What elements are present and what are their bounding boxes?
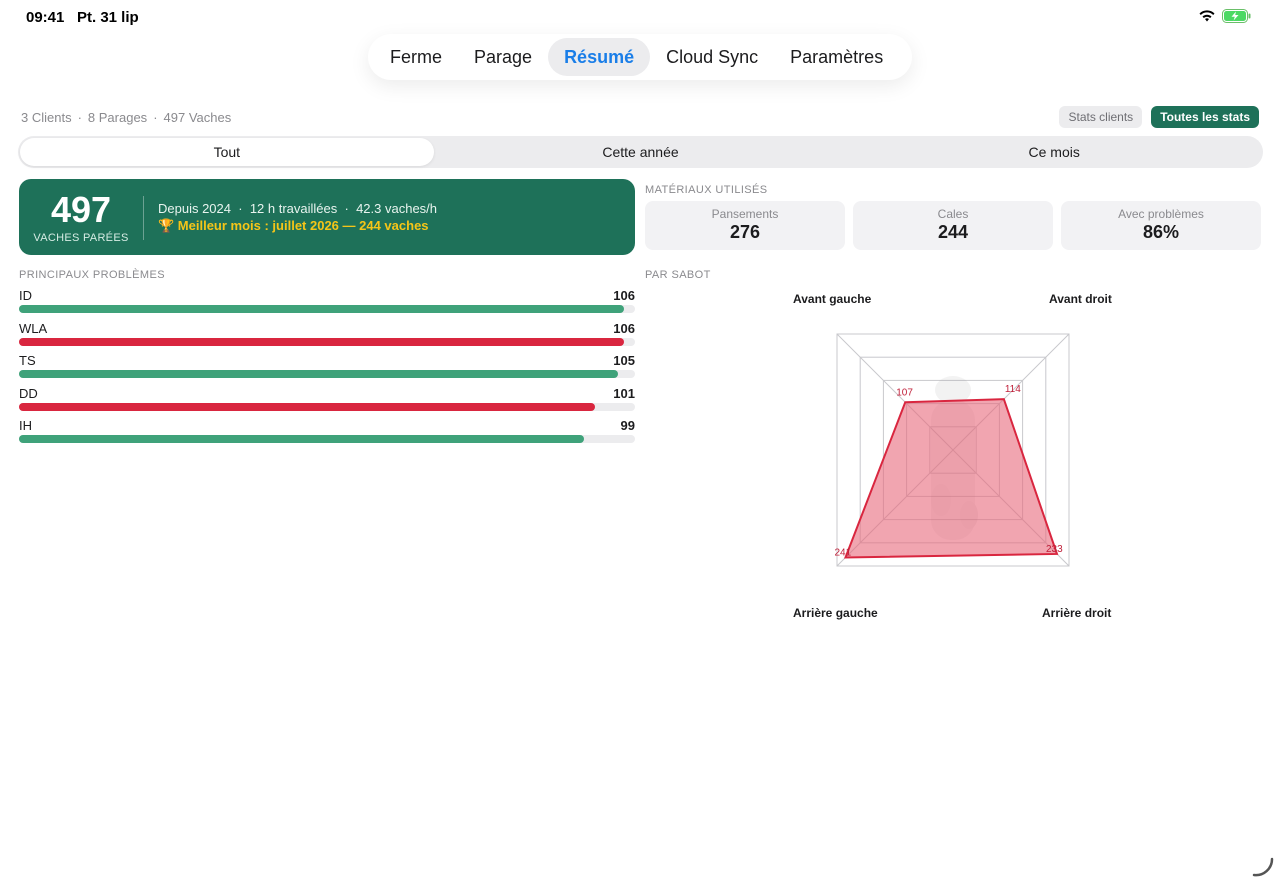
problem-row: IH 99 <box>19 418 635 451</box>
problem-bar <box>19 402 596 411</box>
problem-name: ID <box>19 288 32 303</box>
material-card-cales: Cales 244 <box>853 201 1053 250</box>
material-label: Avec problèmes <box>1118 207 1204 221</box>
activity-indicator-icon <box>1252 857 1274 877</box>
problem-bar-track <box>19 337 635 346</box>
work-stats: Depuis 2024 · 12 h travaillées · 42.3 va… <box>158 201 438 216</box>
tab-parage[interactable]: Parage <box>458 38 548 76</box>
radar-data: 107 114 233 241 <box>834 384 1063 559</box>
radar-svg: 107 114 233 241 <box>834 333 1070 567</box>
status-date: Pt. 31 lip <box>77 9 139 26</box>
tab-parametres[interactable]: Paramètres <box>774 38 899 76</box>
status-bar: 09:41 Pt. 31 lip <box>0 0 1280 34</box>
problem-row: DD 101 <box>19 386 635 419</box>
material-value: 86% <box>1142 222 1180 242</box>
problem-name: TS <box>19 353 36 368</box>
battery-charging-icon <box>1222 9 1251 23</box>
since-year: Depuis 2024 <box>158 201 231 216</box>
problem-bar-track <box>19 402 635 411</box>
problem-count: 101 <box>613 385 635 401</box>
status-time: 09:41 <box>26 9 65 26</box>
problem-bar-track <box>19 305 635 313</box>
radar-value-label: 241 <box>834 548 851 559</box>
main-tab-bar: Ferme Parage Résumé Cloud Sync Paramètre… <box>368 34 912 80</box>
problem-row: WLA 106 <box>19 321 635 354</box>
status-icons <box>1198 9 1252 23</box>
problem-bar <box>19 370 618 378</box>
vaches-count: 497 Vaches <box>163 110 232 125</box>
problems-title: PRINCIPAUX PROBLÈMES <box>19 269 165 281</box>
problem-name: IH <box>19 418 32 433</box>
parages-count: 8 Parages <box>87 110 148 125</box>
problem-row: TS 105 <box>19 353 635 386</box>
trimmed-count-label: VACHES PARÉES <box>33 232 129 244</box>
problem-count: 106 <box>613 288 635 303</box>
problem-bar <box>19 435 584 443</box>
material-label: Pansements <box>711 207 779 221</box>
problem-bar-track <box>19 370 635 378</box>
problem-bar <box>19 337 624 346</box>
wifi-icon <box>1199 10 1215 22</box>
material-value: 244 <box>937 222 969 242</box>
trimmed-cows-card: 497 VACHES PARÉES Depuis 2024 · 12 h tra… <box>19 179 635 255</box>
problem-count: 106 <box>613 320 635 336</box>
material-label: Cales <box>937 207 969 221</box>
divider <box>143 196 144 240</box>
problem-name: DD <box>19 385 38 401</box>
tab-ferme[interactable]: Ferme <box>374 38 458 76</box>
hoof-radar-chart: Avant gauche Avant droit Arrière gauche … <box>645 280 1261 630</box>
period-this-month[interactable]: Ce mois <box>847 138 1261 166</box>
stats-buttons: Stats clients Toutes les stats <box>1059 106 1259 128</box>
problems-list: ID 106 WLA 106 TS 105 DD 101 IH 99 <box>19 288 635 451</box>
problem-count: 99 <box>620 418 635 433</box>
radar-value-label: 107 <box>896 387 913 398</box>
radar-value-label: 114 <box>1005 384 1021 395</box>
material-card-problems: Avec problèmes 86% <box>1061 201 1261 250</box>
problem-bar-track <box>19 435 635 443</box>
trimmed-count: 497 <box>50 189 112 230</box>
period-selector: Tout Cette année Ce mois <box>18 136 1263 168</box>
problem-bar <box>19 305 624 313</box>
cows-per-hour: 42.3 vaches/h <box>356 201 438 216</box>
problem-name: WLA <box>19 320 48 336</box>
tab-resume[interactable]: Résumé <box>548 38 651 76</box>
tab-cloud-sync[interactable]: Cloud Sync <box>650 38 774 76</box>
period-this-year[interactable]: Cette année <box>434 138 848 166</box>
stats-clients-button[interactable]: Stats clients <box>1059 106 1143 128</box>
all-stats-button[interactable]: Toutes les stats <box>1151 106 1259 128</box>
clients-count: 3 Clients <box>21 110 72 125</box>
best-month: 🏆 Meilleur mois : juillet 2026 — 244 vac… <box>158 218 429 233</box>
radar-series-area <box>844 398 1059 559</box>
problem-count: 105 <box>613 353 635 368</box>
problem-row: ID 106 <box>19 288 635 321</box>
material-card-pansements: Pansements 276 <box>645 201 845 250</box>
period-all[interactable]: Tout <box>20 138 434 166</box>
hours-worked: 12 h travaillées <box>249 201 338 216</box>
radar-value-label: 233 <box>1046 544 1063 555</box>
materials-title: MATÉRIAUX UTILISÉS <box>645 184 768 196</box>
summary-counts: 3 Clients · 8 Parages · 497 Vaches <box>21 110 232 125</box>
material-value: 276 <box>729 222 761 242</box>
